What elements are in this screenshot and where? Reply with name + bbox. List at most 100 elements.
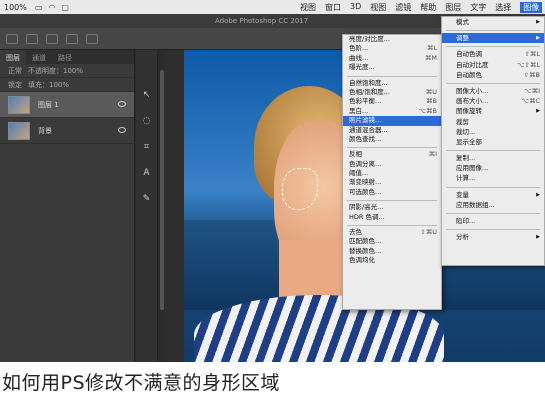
menu-item-shortcut: ⌥⌘C (521, 97, 540, 106)
menubar-item[interactable]: 3D (350, 2, 361, 13)
menu-item[interactable]: 色调分离... (343, 160, 441, 169)
menubar-item[interactable]: 视图 (300, 2, 316, 13)
menu-item-label: 反相 (349, 150, 362, 159)
menu-item[interactable]: 去色 ⇧⌘U (343, 228, 441, 237)
fill-field[interactable]: 填充：100% (28, 80, 69, 90)
app-title: Adobe Photoshop CC 2017 (215, 17, 309, 25)
menu-item[interactable]: 应用图像... (442, 163, 544, 173)
menu-item-label: 分析 (456, 233, 469, 242)
menu-item-label: 调整 (456, 34, 469, 43)
submenu-arrow-icon: ▶ (536, 234, 540, 241)
menu-item-label: 色彩平衡... (349, 97, 382, 106)
caption: 如何用PS修改不满意的身形区域 (2, 372, 281, 394)
menu-item-label: 自动颜色 (456, 70, 482, 79)
menu-item-shortcut: ⌘U (425, 87, 437, 96)
menubar-item[interactable]: 图像 (520, 1, 543, 13)
layer-list: 图层 1 背景 (0, 92, 134, 144)
menu-item[interactable]: 裁剪 (442, 117, 544, 127)
menu-item[interactable]: 通道混合器... (343, 126, 441, 135)
panel-tab[interactable]: 通道 (26, 50, 52, 64)
panel-tab[interactable]: 路径 (52, 50, 78, 64)
menu-item[interactable]: 自然饱和度... (343, 79, 441, 88)
menu-item[interactable]: HDR 色调... (343, 213, 441, 222)
menu-item[interactable]: 自动颜色 ⇧⌘B (442, 70, 544, 80)
menubar-item[interactable]: 文字 (470, 2, 486, 13)
menu-item[interactable]: 渐变映射... (343, 178, 441, 187)
menubar-items: 视图 窗口 3D 视图 滤镜 帮助 图层 文字 选择 图像 (300, 1, 543, 13)
menu-item[interactable]: 黑白... ⌥⌘B (343, 107, 441, 116)
blend-mode-row[interactable]: 正常 不透明度：100% (0, 64, 134, 78)
visibility-eye-icon[interactable] (118, 101, 126, 107)
menubar-item[interactable]: 选择 (495, 2, 511, 13)
menu-item[interactable]: 图像旋转 ▶ (442, 106, 544, 116)
menu-item[interactable]: 陷印... (442, 216, 544, 226)
menu-item-label: 模式 (456, 18, 469, 26)
submenu-arrow-icon: ▶ (536, 191, 540, 198)
menu-item-shortcut: ⌘M (424, 53, 437, 62)
opacity-field[interactable]: 不透明度：100% (28, 66, 83, 76)
mac-menubar: 100% ▭ ◠ ▢ 视图 窗口 3D 视图 滤镜 帮助 图层 文字 选择 图像 (0, 0, 545, 14)
menu-item[interactable]: 图像大小... ⌥⌘I (442, 86, 544, 96)
brush-tool-icon[interactable]: ✎ (143, 194, 151, 204)
menu-item[interactable]: 自动对比度 ⌥⇧⌘L (442, 60, 544, 70)
add-selection-button[interactable] (46, 33, 58, 44)
menubar-item[interactable]: 图层 (445, 2, 461, 13)
type-tool-icon[interactable]: A (143, 168, 149, 178)
menubar-item[interactable]: 窗口 (325, 2, 341, 13)
menu-item[interactable]: 颜色查找... (343, 135, 441, 144)
menubar-item[interactable]: 帮助 (420, 2, 436, 13)
menu-item[interactable]: 色彩平衡... ⌘B (343, 97, 441, 106)
intersect-selection-button[interactable] (86, 33, 98, 44)
submenu-arrow-icon: ▶ (536, 108, 540, 115)
panel-tab[interactable]: 图层 (0, 50, 26, 64)
menu-item[interactable]: 模式 ▶ (442, 17, 544, 27)
menu-item-shortcut: ⌥⇧⌘L (516, 60, 540, 69)
menu-item[interactable]: 画布大小... ⌥⌘C (442, 96, 544, 106)
menu-item[interactable]: 裁切... (442, 127, 544, 137)
menu-item-shortcut: ⇧⌘U (420, 228, 437, 237)
layer-row[interactable]: 图层 1 (0, 92, 134, 118)
menu-item[interactable]: 计算... (442, 173, 544, 183)
menu-item[interactable]: 阴影/高光... (343, 203, 441, 212)
menu-item[interactable]: 曝光度... (343, 63, 441, 72)
menu-item[interactable]: 分析 ▶ (442, 232, 544, 242)
menu-item-label: 画布大小... (456, 97, 489, 106)
menu-item[interactable]: 显示全部 (442, 137, 544, 147)
blend-mode-select[interactable]: 正常 (8, 66, 22, 76)
layer-thumbnail (8, 95, 30, 114)
menu-separator (347, 198, 437, 202)
menu-item[interactable]: 匹配颜色... (343, 237, 441, 246)
menu-item[interactable]: 色相/饱和度... ⌘U (343, 88, 441, 97)
zoom-level: 100% (4, 2, 27, 12)
menu-item-label: 色阶... (349, 44, 369, 53)
menu-item[interactable]: 应用数据组... (442, 200, 544, 210)
menu-item[interactable]: 自动色调 ⇧⌘L (442, 49, 544, 59)
menu-separator (446, 44, 540, 48)
menu-item[interactable]: 曲线... ⌘M (343, 54, 441, 63)
menu-item-label: 显示全部 (456, 137, 482, 146)
new-selection-button[interactable] (26, 33, 38, 44)
selection-marquee[interactable] (282, 168, 318, 210)
tool-preset-button[interactable] (6, 33, 18, 44)
menu-item[interactable]: 亮度/对比度... (343, 35, 441, 44)
menu-item[interactable]: 色阶... ⌘L (343, 44, 441, 53)
menu-item[interactable]: 可选颜色... (343, 188, 441, 197)
subtract-selection-button[interactable] (66, 33, 78, 44)
menu-item-label: 应用数据组... (456, 200, 495, 209)
move-tool-icon[interactable]: ↖ (143, 90, 151, 100)
menu-item[interactable]: 照片滤镜... (343, 116, 441, 126)
menubar-item[interactable]: 视图 (370, 2, 386, 13)
menu-item[interactable]: 复制... (442, 153, 544, 163)
menu-item[interactable]: 替换颜色... (343, 247, 441, 256)
menu-item-label: 黑白... (349, 106, 369, 115)
menu-item[interactable]: 色调均化 (343, 256, 441, 265)
menu-item[interactable]: 变量 ▶ (442, 190, 544, 200)
menu-item[interactable]: 调整 ▶ (442, 33, 544, 44)
lasso-tool-icon[interactable]: ◌ (143, 116, 151, 126)
menu-item-label: 陷印... (456, 217, 476, 225)
crop-tool-icon[interactable]: ⌗ (144, 142, 149, 152)
layer-row[interactable]: 背景 (0, 118, 134, 144)
menu-item[interactable]: 反相 ⌘I (343, 150, 441, 159)
menubar-item[interactable]: 滤镜 (395, 2, 411, 13)
visibility-eye-icon[interactable] (118, 127, 126, 133)
